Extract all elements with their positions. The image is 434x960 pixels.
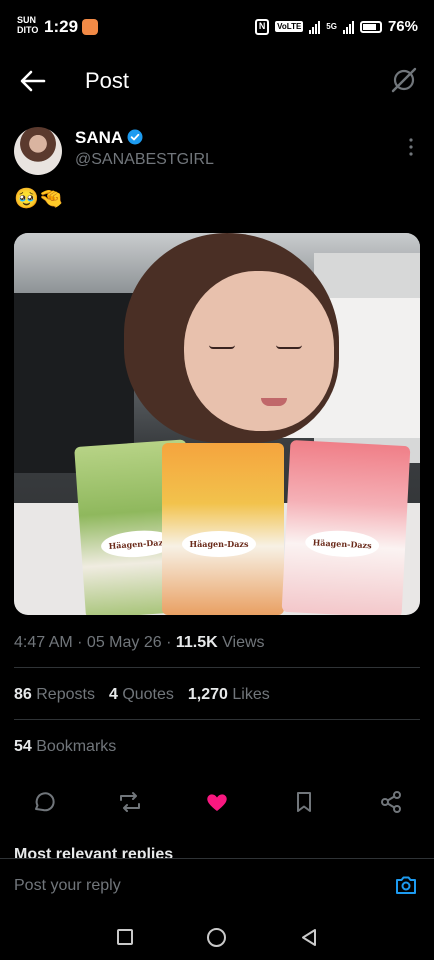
system-back-icon[interactable] — [300, 928, 318, 947]
box-label: Häagen-Dazs — [182, 531, 256, 557]
network-type: 5G — [326, 21, 337, 31]
verified-badge-icon — [127, 129, 143, 145]
divider — [14, 667, 420, 668]
box-label: Häagen-Dazs — [304, 528, 380, 559]
post-author: SANA @SANABESTGIRL — [14, 125, 420, 177]
reposts-stat[interactable]: 86 Reposts — [14, 686, 95, 704]
bookmarks-stat[interactable]: 54 Bookmarks — [14, 738, 116, 756]
arrow-left-icon[interactable] — [18, 68, 48, 94]
post-image[interactable]: Häagen-Dazs Häagen-Dazs Häagen-Dazs — [14, 233, 420, 615]
recents-icon[interactable] — [117, 929, 133, 945]
action-bar — [0, 785, 434, 819]
grok-icon[interactable] — [390, 66, 418, 94]
post-text: 🥹🤏 — [14, 188, 64, 210]
quotes-stat[interactable]: 4 Quotes — [109, 686, 174, 704]
post-time: 4:47 AM — [14, 634, 73, 651]
page-title: Post — [85, 68, 130, 93]
likes-label: Likes — [232, 686, 270, 703]
status-bar: SUN DITO 1:29 N VoLTE 5G 76% — [0, 0, 434, 56]
reply-composer: Post your reply — [0, 858, 434, 910]
quotes-label: Quotes — [122, 686, 174, 703]
image-face — [184, 271, 334, 431]
likes-count: 1,270 — [187, 686, 228, 703]
system-nav-bar — [0, 910, 434, 960]
reposts-label: Reposts — [36, 686, 95, 703]
battery-icon — [359, 20, 382, 33]
status-day: SUN — [17, 15, 37, 25]
share-icon[interactable] — [378, 789, 404, 815]
divider — [14, 719, 420, 720]
status-time: 1:29 — [44, 17, 79, 36]
battery-percent: 76% — [387, 18, 418, 35]
author-handle[interactable]: @SANABESTGIRL — [75, 151, 214, 169]
reply-input[interactable]: Post your reply — [14, 877, 121, 895]
camera-icon[interactable] — [394, 873, 418, 897]
status-day-carrier: SUN DITO — [17, 15, 38, 35]
avatar[interactable] — [14, 127, 62, 175]
reply-icon[interactable] — [30, 789, 56, 815]
bookmarks-count: 54 — [14, 738, 32, 755]
status-carrier: DITO — [17, 25, 39, 35]
author-name: SANA — [75, 128, 124, 147]
status-indicators: N VoLTE 5G 76% — [255, 18, 418, 35]
heart-icon[interactable] — [204, 789, 230, 815]
views-count[interactable]: 11.5K — [176, 634, 218, 651]
bookmark-icon[interactable] — [291, 789, 317, 815]
bookmarks-label: Bookmarks — [36, 738, 117, 755]
notification-app-icon — [82, 19, 98, 35]
more-vertical-icon[interactable] — [408, 137, 414, 157]
image-mouth — [261, 398, 287, 406]
views-label: Views — [222, 634, 265, 651]
replies-sort-header[interactable]: Most relevant replies — [14, 846, 173, 858]
quotes-count: 4 — [108, 686, 118, 703]
likes-stat[interactable]: 1,270 Likes — [188, 686, 270, 704]
author-name-row[interactable]: SANA — [75, 128, 143, 148]
volte-badge: VoLTE — [275, 21, 304, 32]
signal-icon — [309, 20, 321, 34]
repost-icon[interactable] — [117, 789, 143, 815]
reposts-count: 86 — [14, 686, 32, 703]
ice-cream-box-orange: Häagen-Dazs — [162, 443, 284, 615]
image-eye-left — [209, 345, 235, 349]
nfc-icon: N — [255, 18, 270, 35]
signal-icon-2 — [342, 20, 354, 34]
top-app-bar: Post — [0, 58, 434, 106]
image-eye-right — [276, 345, 302, 349]
post-stats: 86 Reposts 4 Quotes 1,270 Likes — [14, 686, 270, 704]
home-icon[interactable] — [207, 928, 226, 947]
post-meta: 4:47 AM · 05 May 26 · 11.5K Views — [14, 634, 265, 651]
ice-cream-box-pink: Häagen-Dazs — [281, 439, 411, 615]
post-date: 05 May 26 — [86, 634, 162, 651]
